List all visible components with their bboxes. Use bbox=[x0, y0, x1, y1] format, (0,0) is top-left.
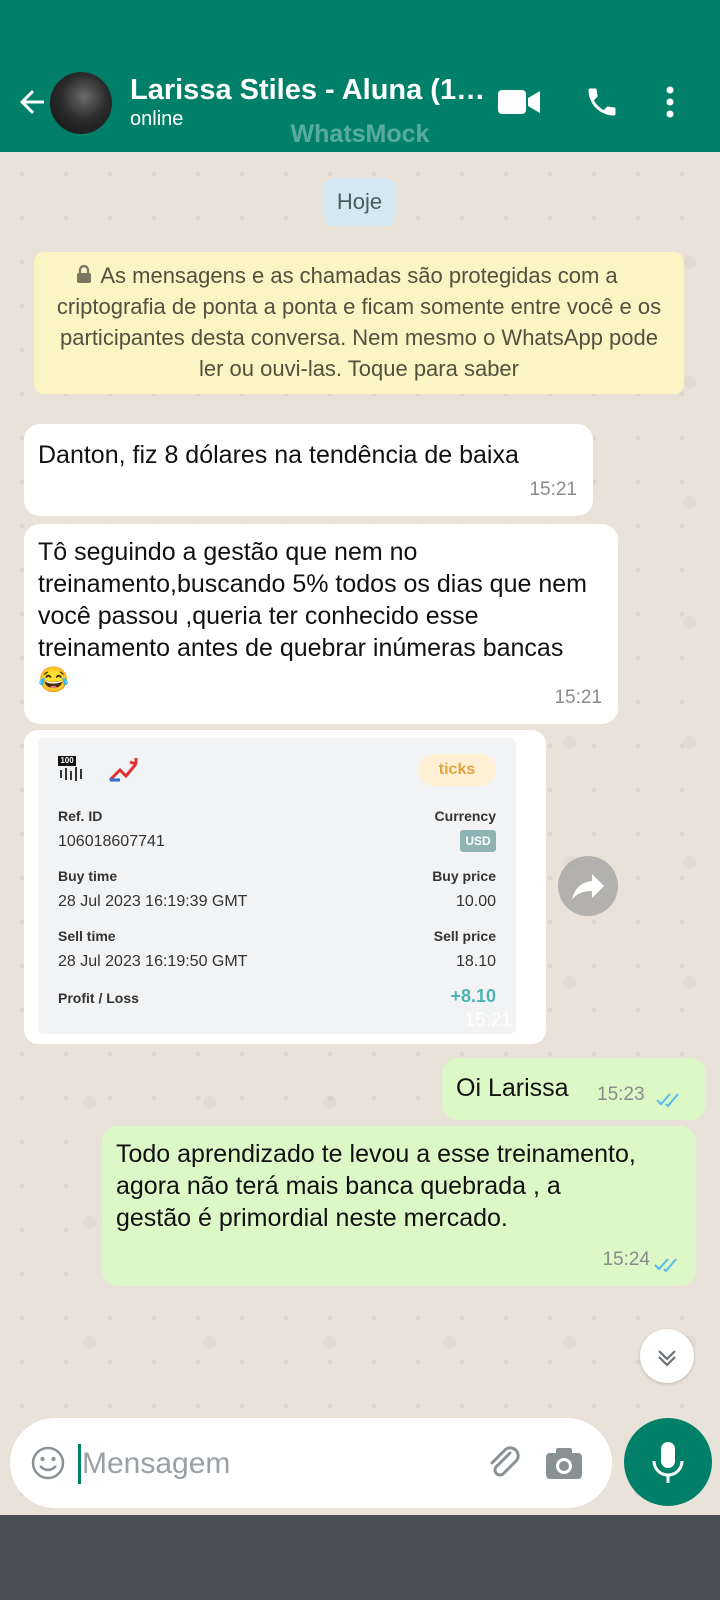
badge-100-icon: 100 bbox=[58, 756, 88, 784]
chat-header: Larissa Stiles - Aluna (1… online WhatsM… bbox=[0, 0, 720, 152]
ticks-tag: ticks bbox=[418, 754, 496, 786]
buy-price-value: 10.00 bbox=[455, 893, 496, 910]
contact-name[interactable]: Larissa Stiles - Aluna (1… bbox=[130, 74, 485, 107]
lock-icon bbox=[77, 265, 91, 283]
forward-button[interactable] bbox=[558, 856, 618, 916]
back-arrow-icon[interactable] bbox=[14, 84, 50, 120]
sell-time-value: 28 Jul 2023 16:19:50 GMT bbox=[58, 953, 248, 970]
phone-icon[interactable] bbox=[584, 84, 620, 120]
ref-id-value: 106018607741 bbox=[58, 833, 165, 850]
emoji: 😂 bbox=[38, 666, 70, 694]
currency-badge: USD bbox=[460, 830, 496, 852]
encryption-text: As mensagens e as chamadas são protegida… bbox=[56, 263, 662, 381]
encryption-notice[interactable]: As mensagens e as chamadas são protegida… bbox=[34, 252, 684, 394]
video-call-icon[interactable] bbox=[496, 84, 542, 120]
message-input[interactable]: Mensagem bbox=[82, 1444, 230, 1484]
more-vert-icon[interactable] bbox=[664, 84, 676, 120]
message-incoming[interactable]: Danton, fiz 8 dólares na tendência de ba… bbox=[24, 424, 593, 516]
badge-100: 100 bbox=[58, 756, 76, 766]
camera-icon[interactable] bbox=[544, 1445, 584, 1481]
emoji-icon[interactable] bbox=[30, 1445, 66, 1481]
buy-price-label: Buy price bbox=[432, 868, 496, 884]
double-check-icon bbox=[654, 1258, 677, 1272]
scroll-down-button[interactable] bbox=[640, 1329, 694, 1383]
attach-icon[interactable] bbox=[484, 1443, 524, 1483]
message-text: Tô seguindo a gestão que nem no treiname… bbox=[38, 538, 587, 662]
currency-label: Currency bbox=[434, 808, 496, 824]
double-check-icon bbox=[656, 1093, 679, 1107]
ref-id-label: Ref. ID bbox=[58, 808, 103, 824]
message-outgoing[interactable]: Oi Larissa 15:23 bbox=[442, 1058, 706, 1120]
profit-loss-label: Profit / Loss bbox=[58, 990, 139, 1006]
message-time: 15:23 bbox=[597, 1084, 645, 1105]
buy-time-value: 28 Jul 2023 16:19:39 GMT bbox=[58, 893, 248, 910]
sell-price-value: 18.10 bbox=[455, 953, 496, 970]
forward-icon bbox=[572, 874, 604, 900]
app-watermark: WhatsMock bbox=[290, 120, 430, 148]
image-time: 15:21 bbox=[464, 1010, 512, 1031]
sell-time-label: Sell time bbox=[58, 928, 116, 944]
message-text: Danton, fiz 8 dólares na tendência de ba… bbox=[38, 441, 519, 469]
message-time: 15:24 bbox=[602, 1249, 650, 1270]
mic-icon bbox=[652, 1442, 684, 1483]
message-time: 15:21 bbox=[554, 687, 602, 708]
date-divider: Hoje bbox=[323, 178, 396, 226]
message-outgoing[interactable]: Todo aprendizado te levou a esse treinam… bbox=[102, 1126, 696, 1286]
falling-trend-icon bbox=[108, 758, 138, 782]
system-nav-bar bbox=[0, 1515, 720, 1600]
profit-loss-value: +8.10 bbox=[450, 986, 496, 1006]
message-body: Tô seguindo a gestão que nem no treiname… bbox=[38, 536, 598, 696]
text-caret bbox=[78, 1444, 81, 1484]
scroll-down-icon bbox=[658, 1350, 676, 1367]
sell-price-label: Sell price bbox=[433, 928, 496, 944]
buy-time-label: Buy time bbox=[58, 868, 118, 884]
message-text: Oi Larissa bbox=[456, 1074, 569, 1102]
mic-button[interactable] bbox=[624, 1418, 712, 1506]
message-text: Todo aprendizado te levou a esse treinam… bbox=[116, 1140, 636, 1232]
message-time: 15:21 bbox=[529, 479, 577, 500]
trade-receipt-image[interactable]: 100 ticks Ref. ID 106018607741 Currency … bbox=[38, 738, 516, 1034]
message-incoming[interactable]: Tô seguindo a gestão que nem no treiname… bbox=[24, 524, 618, 724]
